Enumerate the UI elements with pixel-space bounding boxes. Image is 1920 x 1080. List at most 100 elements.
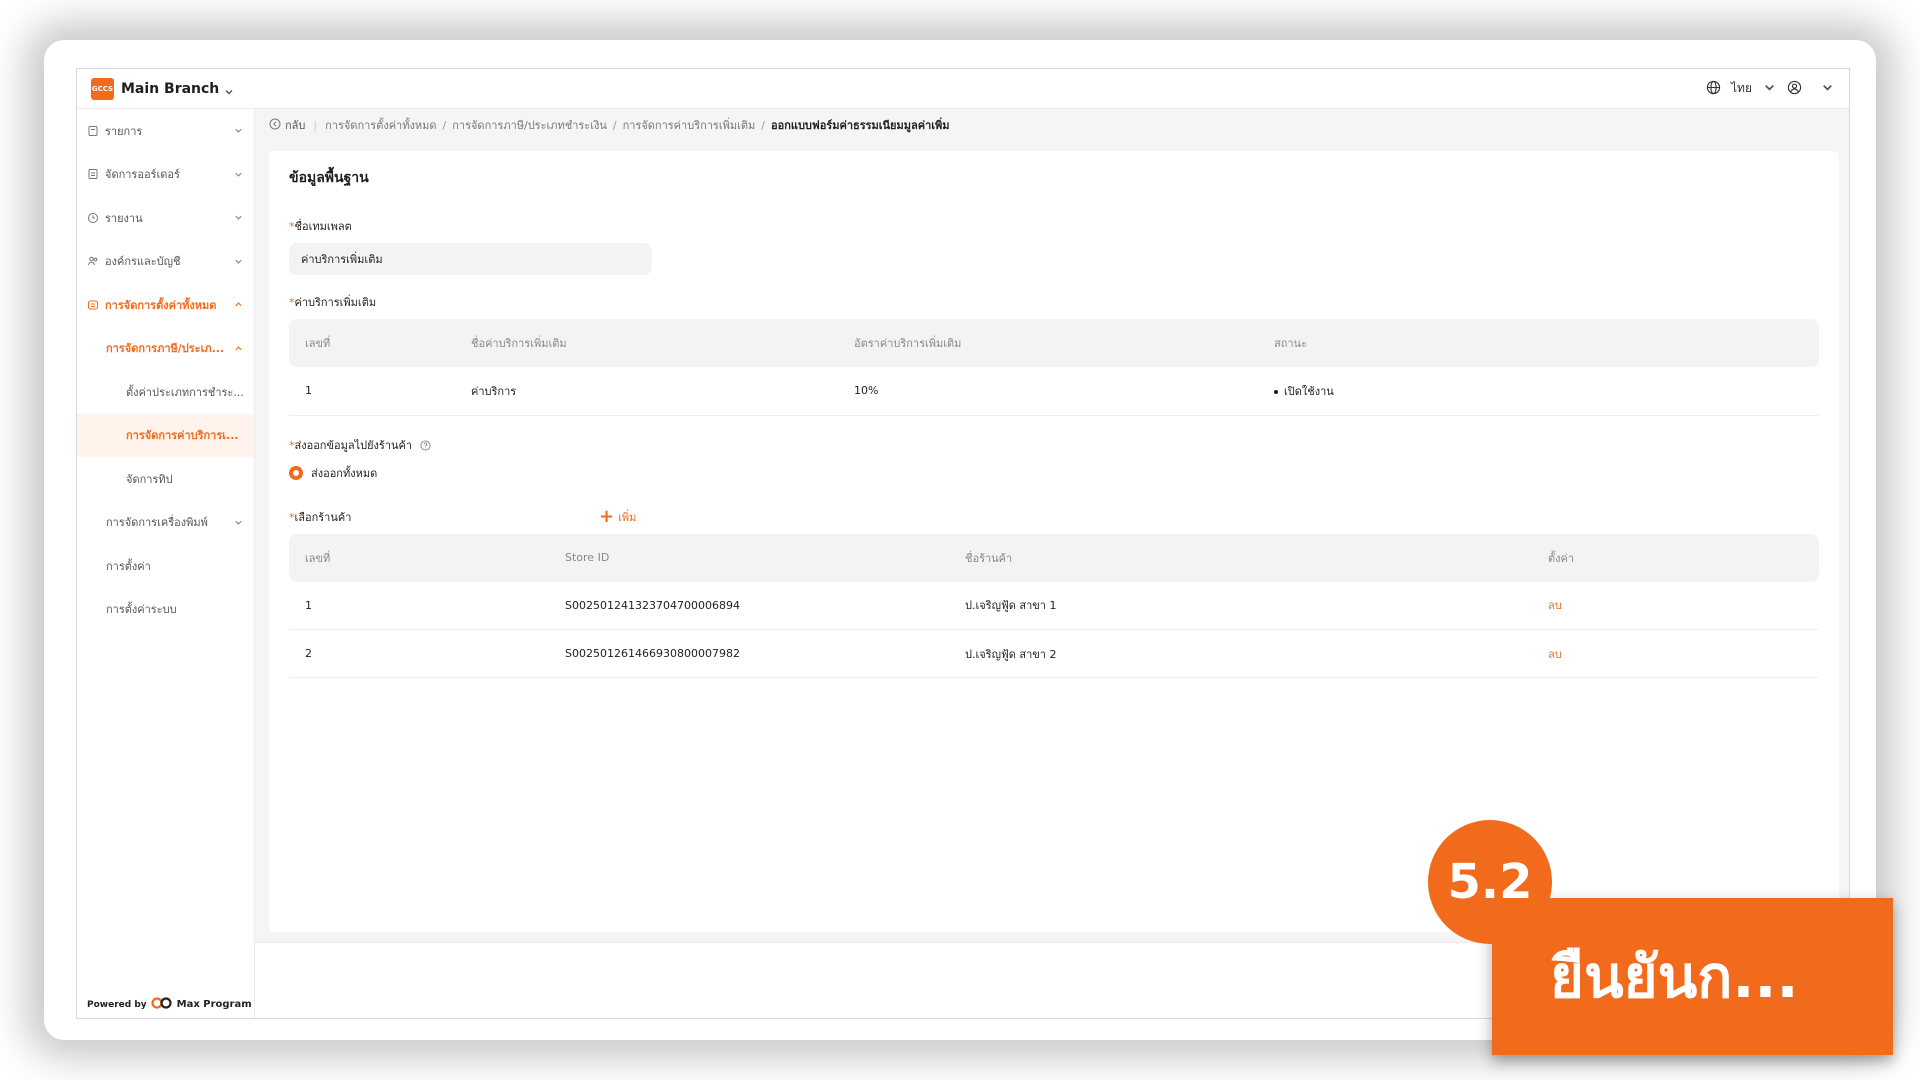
plus-icon: + xyxy=(599,505,615,527)
sidebar-item-tax-payment[interactable]: การจัดการภาษี/ประเภ... xyxy=(77,327,254,371)
back-button[interactable]: กลับ xyxy=(269,116,305,134)
column-header: Store ID xyxy=(549,533,949,582)
template-name-label: *ชื่อเทมเพลต xyxy=(289,220,352,233)
action-cell: ลบ xyxy=(1532,581,1819,630)
sidebar-item-orders[interactable]: จัดการออร์เดอร์ xyxy=(77,153,254,197)
table-header-row: เลขที่ ชื่อค่าบริการเพิ่มเติม อัตราค่าบร… xyxy=(289,319,1819,367)
sidebar-item-list[interactable]: รายการ xyxy=(77,109,254,153)
back-arrow-icon xyxy=(269,118,281,133)
sidebar-item-label: การตั้งค่า xyxy=(106,559,151,573)
column-header: ชื่อร้านค้า xyxy=(949,533,1532,582)
status-dot-icon xyxy=(1274,389,1278,394)
sidebar-item-label: การตั้งค่าระบบ xyxy=(106,603,177,617)
breadcrumb-item[interactable]: การจัดการค่าบริการเพิ่มเติม xyxy=(623,116,756,134)
row-number: 1 xyxy=(289,367,455,416)
chevron-down-icon[interactable] xyxy=(1820,80,1835,98)
back-label: กลับ xyxy=(285,119,306,132)
column-header: เลขที่ xyxy=(289,319,455,367)
store-id: S002501241323704700006894 xyxy=(549,581,949,630)
sidebar-item-printers[interactable]: การจัดการเครื่องพิมพ์ xyxy=(77,501,254,545)
top-bar: GCCS Main Branch ไทย xyxy=(77,69,1849,109)
service-charge-table: เลขที่ ชื่อค่าบริการเพิ่มเติม อัตราค่าบร… xyxy=(289,319,1819,416)
chevron-down-icon xyxy=(233,125,244,136)
sidebar-item-reports[interactable]: รายงาน xyxy=(77,196,254,240)
store-select-header: *เลือกร้านค้า + เพิ่ม xyxy=(289,505,1819,527)
breadcrumb-divider: | xyxy=(313,118,318,132)
help-icon[interactable] xyxy=(420,440,431,451)
table-row: 1 S002501241323704700006894 ป.เจริญฟู้ด … xyxy=(289,581,1819,630)
sidebar-item-service-charges[interactable]: การจัดการค่าบริการเ... xyxy=(77,413,254,457)
row-number: 2 xyxy=(289,629,549,678)
delete-link[interactable]: ลบ xyxy=(1548,599,1562,612)
document-icon xyxy=(87,125,99,137)
sidebar-item-system-settings[interactable]: การตั้งค่าระบบ xyxy=(77,588,254,632)
chevron-up-icon xyxy=(233,299,244,310)
topbar-actions: ไทย xyxy=(1706,79,1835,98)
add-store-button[interactable]: + เพิ่ม xyxy=(599,505,637,527)
column-header: ตั้งค่า xyxy=(1532,533,1819,582)
column-header: เลขที่ xyxy=(289,533,549,582)
chevron-up-icon xyxy=(233,343,244,354)
sidebar-item-label: จัดการออร์เดอร์ xyxy=(105,168,180,182)
form-card: ข้อมูลพื้นฐาน *ชื่อเทมเพลต *ค่าบริการเพิ… xyxy=(269,151,1839,932)
sidebar-item-settings[interactable]: การตั้งค่า xyxy=(77,544,254,588)
status-cell: เปิดใช้งาน xyxy=(1258,367,1819,416)
chevron-down-icon xyxy=(233,169,244,180)
globe-icon[interactable] xyxy=(1706,80,1721,98)
service-name: ค่าบริการ xyxy=(455,367,838,416)
branch-selector[interactable]: Main Branch xyxy=(121,81,219,97)
chevron-down-icon xyxy=(233,212,244,223)
sidebar-item-label: จัดการทิป xyxy=(126,472,173,486)
sidebar-item-label: รายการ xyxy=(105,124,143,138)
store-table: เลขที่ Store ID ชื่อร้านค้า ตั้งค่า 1 S0… xyxy=(289,533,1819,678)
sidebar-item-label: รายงาน xyxy=(105,211,143,225)
export-all-option[interactable]: ส่งออกทั้งหมด xyxy=(289,464,1819,482)
sidebar-item-label: การจัดการค่าบริการเ... xyxy=(126,429,239,443)
sidebar-item-label: การจัดการเครื่องพิมพ์ xyxy=(106,516,208,530)
chevron-down-icon[interactable] xyxy=(1762,80,1777,98)
powered-by-label: Powered by xyxy=(87,999,147,1010)
table-row: 2 S002501261466930800007982 ป.เจริญฟู้ด … xyxy=(289,629,1819,678)
breadcrumb-item[interactable]: การจัดการตั้งค่าทั้งหมด xyxy=(325,116,436,134)
sidebar-item-label: การจัดการภาษี/ประเภ... xyxy=(106,342,225,356)
sidebar-item-payment-types[interactable]: ตั้งค่าประเภทการชำระ... xyxy=(77,370,254,414)
sidebar-item-tips[interactable]: จัดการทิป xyxy=(77,457,254,501)
language-selector[interactable]: ไทย xyxy=(1731,79,1752,98)
user-avatar-icon[interactable] xyxy=(1787,80,1802,98)
max-program-logo-icon xyxy=(151,997,173,1012)
confirm-callout: ยืนยันก... xyxy=(1492,898,1893,1055)
brand-name: Max Program xyxy=(176,999,252,1010)
export-label: *ส่งออกข้อมูลไปยังร้านค้า xyxy=(289,436,1819,454)
delete-link[interactable]: ลบ xyxy=(1548,648,1562,661)
chevron-down-icon xyxy=(233,256,244,267)
settings-box-icon xyxy=(87,299,99,311)
export-all-label: ส่งออกทั้งหมด xyxy=(311,466,378,480)
sidebar-item-all-settings[interactable]: การจัดการตั้งค่าทั้งหมด xyxy=(77,283,254,327)
users-icon xyxy=(87,255,99,267)
store-name: ป.เจริญฟู้ด สาขา 2 xyxy=(949,629,1532,678)
chevron-down-icon[interactable] xyxy=(223,83,235,95)
service-charge-label: *ค่าบริการเพิ่มเติม xyxy=(289,296,377,309)
add-label: เพิ่ม xyxy=(618,510,637,524)
column-header: สถานะ xyxy=(1258,319,1819,367)
status-text: เปิดใช้งาน xyxy=(1284,384,1334,398)
column-header: อัตราค่าบริการเพิ่มเติม xyxy=(838,319,1258,367)
breadcrumb-separator: / xyxy=(761,118,765,132)
table-header-row: เลขที่ Store ID ชื่อร้านค้า ตั้งค่า xyxy=(289,533,1819,582)
store-select-label: *เลือกร้านค้า xyxy=(289,510,352,524)
radio-selected-icon[interactable] xyxy=(289,465,303,480)
breadcrumb-current: ออกแบบฟอร์มค่าธรรมเนียมมูลค่าเพิ่ม xyxy=(770,119,950,132)
breadcrumb-item[interactable]: การจัดการภาษี/ประเภทชำระเงิน xyxy=(452,116,607,134)
step-badge: 5.2 xyxy=(1428,820,1552,944)
store-name: ป.เจริญฟู้ด สาขา 1 xyxy=(949,581,1532,630)
sidebar-item-label: องค์กรและบัญชี xyxy=(105,255,181,269)
powered-by: Powered by Max Program xyxy=(87,997,252,1012)
sidebar-item-label: ตั้งค่าประเภทการชำระ... xyxy=(126,385,244,399)
breadcrumb: กลับ | การจัดการตั้งค่าทั้งหมด / การจัดก… xyxy=(269,111,950,139)
column-header: ชื่อค่าบริการเพิ่มเติม xyxy=(455,319,838,367)
action-cell: ลบ xyxy=(1532,629,1819,678)
sidebar-item-organization[interactable]: องค์กรและบัญชี xyxy=(77,240,254,284)
clock-icon xyxy=(87,212,99,224)
section-title: ข้อมูลพื้นฐาน xyxy=(289,170,369,186)
template-name-input[interactable] xyxy=(289,243,652,275)
